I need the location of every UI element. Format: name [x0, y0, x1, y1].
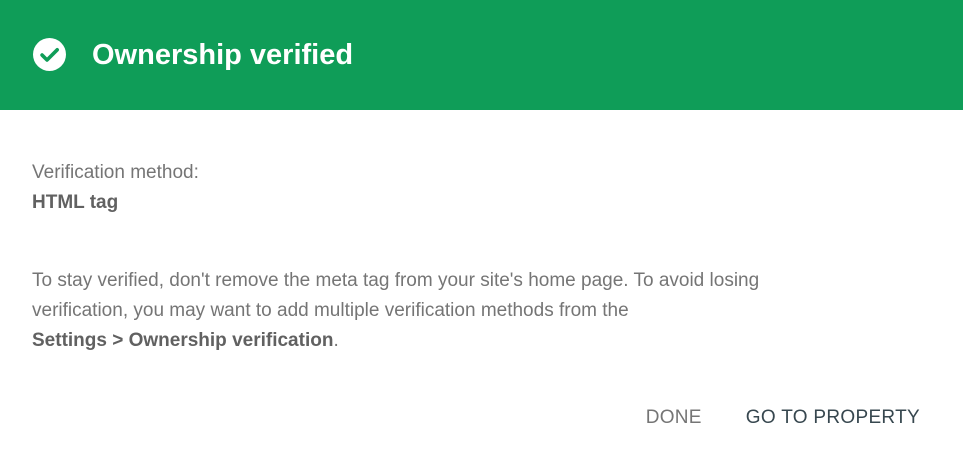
info-line-3: Settings > Ownership verification. [32, 326, 932, 356]
dialog-title: Ownership verified [92, 39, 354, 71]
dialog-actions: DONE GO TO PROPERTY [646, 400, 920, 436]
verification-method-value: HTML tag [32, 192, 119, 213]
go-to-property-button[interactable]: GO TO PROPERTY [746, 407, 920, 429]
done-button[interactable]: DONE [646, 407, 702, 429]
info-line-1: To stay verified, don't remove the meta … [32, 270, 760, 291]
info-line-2: verification, you may want to add multip… [32, 300, 629, 321]
settings-path: Settings > Ownership verification [32, 330, 334, 351]
verification-method-label: Verification method: [32, 162, 199, 183]
dialog-header: Ownership verified [0, 0, 963, 110]
check-circle-icon [33, 38, 66, 71]
verification-info-text: To stay verified, don't remove the meta … [32, 266, 932, 356]
ownership-verified-dialog: Ownership verified Verification method: … [0, 0, 963, 468]
info-period: . [333, 330, 339, 351]
